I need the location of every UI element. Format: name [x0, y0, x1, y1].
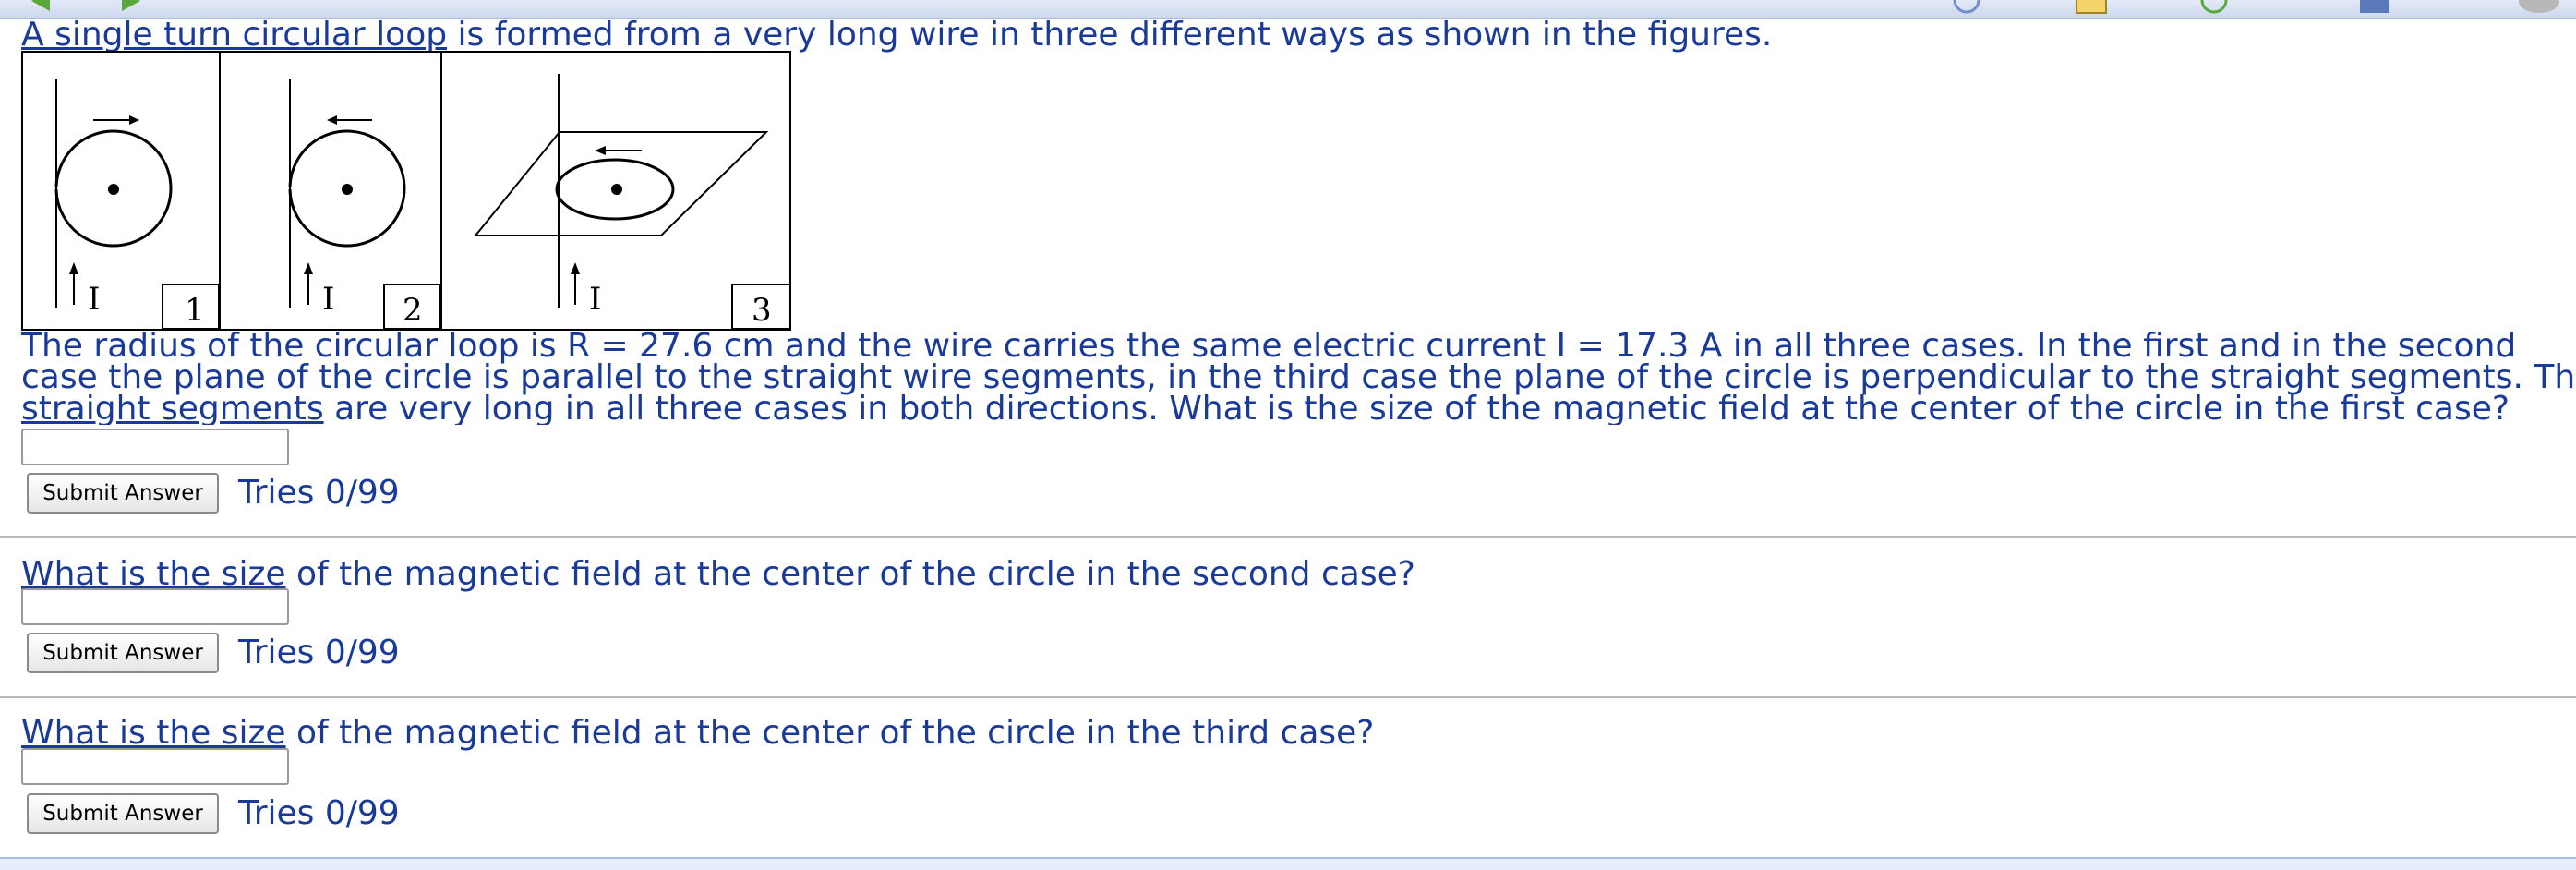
problem-link[interactable]: straight segments — [21, 390, 324, 426]
panel-3-number: 3 — [752, 292, 772, 329]
panel-2-number: 2 — [403, 292, 423, 329]
panel-3-direction-arrowhead — [595, 146, 606, 155]
panel-1-direction-arrowhead — [129, 115, 139, 125]
panel-2-current-label: I — [322, 281, 334, 318]
notes-icon[interactable] — [2073, 0, 2110, 15]
back-arrow-icon[interactable] — [28, 0, 65, 15]
question-3-link[interactable]: What is the size — [21, 714, 286, 752]
problem-line-3: straight segments are very long in all t… — [21, 390, 2576, 426]
tries-counter-3: Tries 0/99 — [238, 794, 400, 832]
panel-1-center-dot — [108, 184, 119, 195]
forward-arrow-icon[interactable] — [109, 0, 146, 15]
panel-2-direction-arrowhead — [327, 115, 337, 125]
submit-answer-button-1[interactable]: Submit Answer — [27, 473, 219, 514]
submit-answer-button-3[interactable]: Submit Answer — [27, 793, 219, 834]
problem-line-1: The radius of the circular loop is R = 2… — [21, 331, 2517, 365]
figure-border — [21, 51, 791, 331]
panel-1-number: 1 — [185, 292, 205, 329]
panel-3-center-dot — [611, 184, 622, 195]
divider-1 — [0, 536, 2576, 538]
panel-2-center-dot — [342, 184, 353, 195]
user-icon[interactable] — [2516, 0, 2562, 15]
tries-counter-2: Tries 0/99 — [238, 634, 400, 671]
divider-2 — [0, 696, 2576, 698]
help-icon[interactable] — [1948, 0, 1985, 15]
loop-figures-svg: I 1 I 2 I 3 — [21, 51, 791, 331]
problem-line-2: case the plane of the circle is parallel… — [21, 358, 2576, 396]
answer-input-1[interactable] — [21, 429, 289, 465]
tools-icon[interactable] — [2356, 0, 2393, 15]
panel-3-current-arrowhead — [571, 262, 580, 274]
answer-input-2[interactable] — [21, 588, 289, 625]
intro-link[interactable]: A single turn circular loop — [21, 16, 447, 54]
loop-figures: I 1 I 2 I 3 — [21, 51, 791, 331]
submit-answer-button-2[interactable]: Submit Answer — [27, 633, 219, 673]
tries-counter-1: Tries 0/99 — [238, 474, 400, 512]
problem-text: The radius of the circular loop is R = 2… — [21, 331, 2576, 425]
panel-1-current-label: I — [88, 281, 100, 318]
panel-1-current-arrowhead — [69, 262, 78, 274]
panel-2-current-arrowhead — [304, 262, 313, 274]
panel-3-current-label: I — [589, 281, 601, 318]
panel-3-diagram — [473, 74, 791, 330]
answer-input-3[interactable] — [21, 748, 289, 785]
intro-text: A single turn circular loop is formed fr… — [21, 16, 1773, 54]
refresh-icon[interactable] — [2196, 0, 2233, 15]
question-2-link[interactable]: What is the size — [21, 555, 286, 593]
